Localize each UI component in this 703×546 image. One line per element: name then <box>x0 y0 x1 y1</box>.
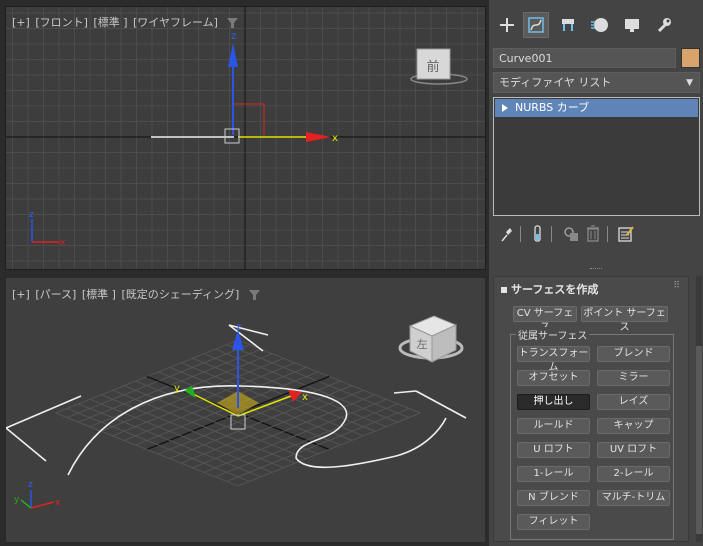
configure-modifier-sets-icon[interactable] <box>617 224 635 244</box>
panel-resize-grip[interactable] <box>590 268 602 272</box>
modify-icon <box>528 17 544 33</box>
modify-tab[interactable] <box>523 12 549 38</box>
tripod-x-label: x <box>60 238 66 248</box>
expand-arrow-icon[interactable] <box>502 104 508 112</box>
perspective-viewport-label: [+] [パース] [標準 ] [既定のシェーディング] <box>12 286 260 302</box>
front-viewport-canvas[interactable]: z x z x 前 <box>6 7 485 269</box>
surface-button[interactable]: 1-レール <box>517 466 590 482</box>
gizmo-y-label: y <box>174 383 180 394</box>
motion-tab[interactable] <box>587 12 613 38</box>
viewport-menu-plus[interactable]: [+] <box>12 16 30 29</box>
viewcube-face-label: 左 <box>417 338 428 351</box>
surface-button[interactable]: マルチ-トリム <box>597 490 670 506</box>
rollout-header[interactable]: サーフェスを作成 <box>501 281 598 297</box>
surface-button[interactable]: レイズ <box>597 394 670 410</box>
create-icon <box>500 18 514 32</box>
object-name-field[interactable]: Curve001 <box>493 48 676 68</box>
utilities-icon <box>657 18 671 33</box>
dependent-surfaces-label: 従属サーフェス <box>516 327 590 342</box>
create-tab[interactable] <box>494 12 520 38</box>
tripod-z-label: z <box>29 210 34 220</box>
cv-surface-button[interactable]: CV サーフェス <box>513 306 577 333</box>
gizmo-z-label: z <box>236 322 241 333</box>
viewport-view-menu[interactable]: [パース] <box>35 288 76 301</box>
object-color-swatch[interactable] <box>681 48 700 68</box>
make-unique-icon[interactable] <box>563 224 581 244</box>
curve-segment <box>6 395 82 429</box>
pin-stack-icon[interactable] <box>499 224 517 244</box>
tripod-y-label: y <box>14 495 20 505</box>
surface-button[interactable]: ブレンド <box>597 346 670 362</box>
modifier-list-label: モディファイヤ リスト <box>499 76 612 89</box>
dropdown-arrow-icon: ▼ <box>686 78 693 88</box>
surface-button[interactable]: 押し出し <box>517 394 590 410</box>
viewcube-face-label: 前 <box>426 59 439 75</box>
motion-icon <box>591 18 608 32</box>
dependent-surfaces-group <box>510 334 674 540</box>
viewport-camera-menu[interactable]: [標準 ] <box>82 288 116 301</box>
surface-button[interactable]: キャップ <box>597 418 670 434</box>
hierarchy-tab[interactable] <box>555 12 581 38</box>
display-icon <box>625 19 639 32</box>
tripod-y <box>20 499 32 509</box>
command-panel-tabs <box>489 0 703 44</box>
tripod-x <box>30 501 55 509</box>
toolbar-separator <box>551 226 552 242</box>
point-surface-button[interactable]: ポイント サーフェス <box>581 306 668 333</box>
show-end-result-icon[interactable] <box>531 224 549 244</box>
viewport-view-menu[interactable]: [フロント] <box>35 16 88 29</box>
viewport-shading-menu[interactable]: [ワイヤフレーム] <box>133 16 218 29</box>
hierarchy-icon <box>562 19 574 31</box>
stack-item-nurbs-curve[interactable]: NURBS カーブ <box>495 99 698 117</box>
toolbar-separator <box>520 226 521 242</box>
tripod-x-label: x <box>55 498 61 508</box>
nurbs-curve <box>67 385 447 476</box>
front-viewport-label: [+] [フロント] [標準 ] [ワイヤフレーム] <box>12 14 239 30</box>
gizmo-z-arrow <box>232 330 244 350</box>
command-panel: Curve001 モディファイヤ リスト ▼ NURBS カーブ サーフェスを作… <box>489 0 703 546</box>
viewport-menu-plus[interactable]: [+] <box>12 288 30 301</box>
curve-segment <box>393 390 417 394</box>
viewport-camera-menu[interactable]: [標準 ] <box>93 16 127 29</box>
gizmo-x-label: x <box>332 133 338 144</box>
rollout-title: サーフェスを作成 <box>511 283 599 296</box>
surface-button[interactable]: U ロフト <box>517 442 590 458</box>
surface-button[interactable]: ミラー <box>597 370 670 386</box>
surface-button[interactable]: トランスフォーム <box>517 346 590 373</box>
surface-button[interactable]: フィレット <box>517 514 590 530</box>
gizmo-z-label: z <box>231 31 236 42</box>
stack-toolbar <box>493 224 700 244</box>
surface-button[interactable]: UV ロフト <box>597 442 670 458</box>
curve-segment <box>415 390 467 419</box>
display-tab[interactable] <box>619 12 645 38</box>
gizmo-x-arrow <box>306 132 331 142</box>
toolbar-separator <box>607 226 608 242</box>
surface-button[interactable]: N ブレンド <box>517 490 590 506</box>
gizmo-x-label: x <box>302 392 308 403</box>
surface-button[interactable]: 2-レール <box>597 466 670 482</box>
stack-item-label: NURBS カーブ <box>515 101 590 114</box>
viewport-shading-menu[interactable]: [既定のシェーディング] <box>121 288 239 301</box>
perspective-viewport[interactable]: zyxzxy左 [+] [パース] [標準 ] [既定のシェーディング] <box>5 277 486 543</box>
surface-button[interactable]: オフセット <box>517 370 590 386</box>
curve-segment <box>6 427 47 462</box>
remove-modifier-icon[interactable] <box>585 224 603 244</box>
panel-scrollbar-thumb[interactable] <box>696 346 702 534</box>
perspective-viewport-canvas[interactable]: zyxzxy左 <box>6 278 485 542</box>
filter-icon[interactable] <box>248 290 260 300</box>
modifier-list-dropdown[interactable]: モディファイヤ リスト ▼ <box>493 72 700 93</box>
collapse-icon <box>501 287 507 293</box>
create-surface-rollout: サーフェスを作成 ⠿ CV サーフェス ポイント サーフェス 従属サーフェス ト… <box>493 276 689 542</box>
rollout-drag-handle-icon[interactable]: ⠿ <box>673 281 680 291</box>
modifier-stack[interactable]: NURBS カーブ <box>493 97 700 216</box>
utilities-tab[interactable] <box>651 12 677 38</box>
filter-icon[interactable] <box>227 18 239 28</box>
tripod-z-label: z <box>28 480 33 490</box>
surface-button[interactable]: ルールド <box>517 418 590 434</box>
front-viewport[interactable]: z x z x 前 [+] [フロント] [標準 ] [ワイヤフレーム] <box>5 6 486 270</box>
